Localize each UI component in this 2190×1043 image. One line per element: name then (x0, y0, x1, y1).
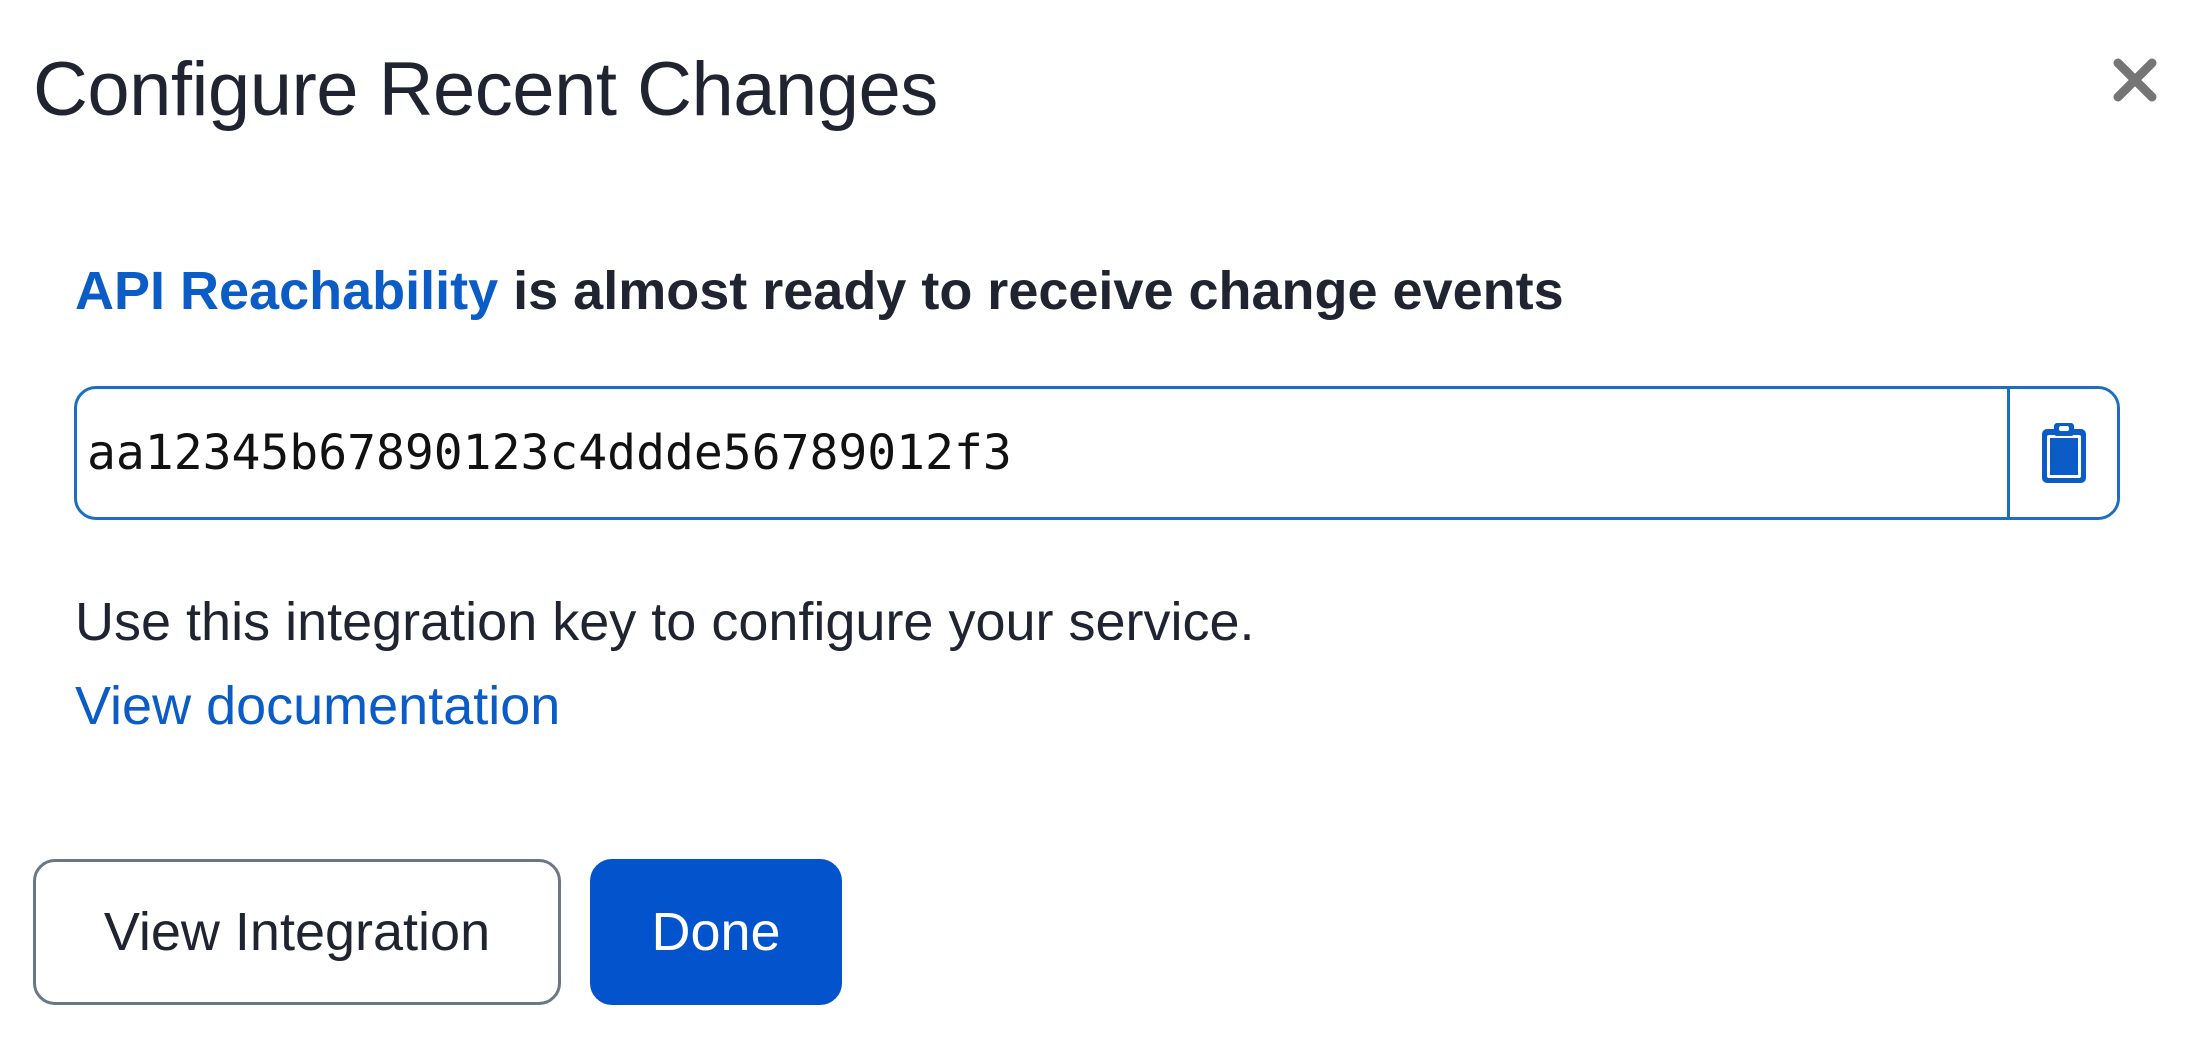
view-documentation-link[interactable]: View documentation (75, 668, 560, 744)
done-button[interactable]: Done (590, 859, 842, 1005)
help-text: Use this integration key to configure yo… (75, 592, 1255, 652)
dialog-title: Configure Recent Changes (33, 47, 938, 132)
copy-key-button[interactable] (2007, 389, 2117, 517)
status-message: is almost ready to receive change events (498, 261, 1564, 321)
integration-key-group (74, 386, 2120, 520)
clipboard-icon (2041, 423, 2086, 483)
close-icon (2113, 58, 2157, 102)
configure-recent-changes-dialog: Configure Recent Changes API Reachabilit… (0, 0, 2190, 1043)
integration-key-field[interactable] (77, 389, 2007, 517)
close-button[interactable] (2100, 45, 2170, 115)
service-name-link[interactable]: API Reachability (75, 261, 498, 321)
status-headline: API Reachability is almost ready to rece… (75, 253, 1564, 329)
view-integration-button[interactable]: View Integration (33, 859, 561, 1005)
